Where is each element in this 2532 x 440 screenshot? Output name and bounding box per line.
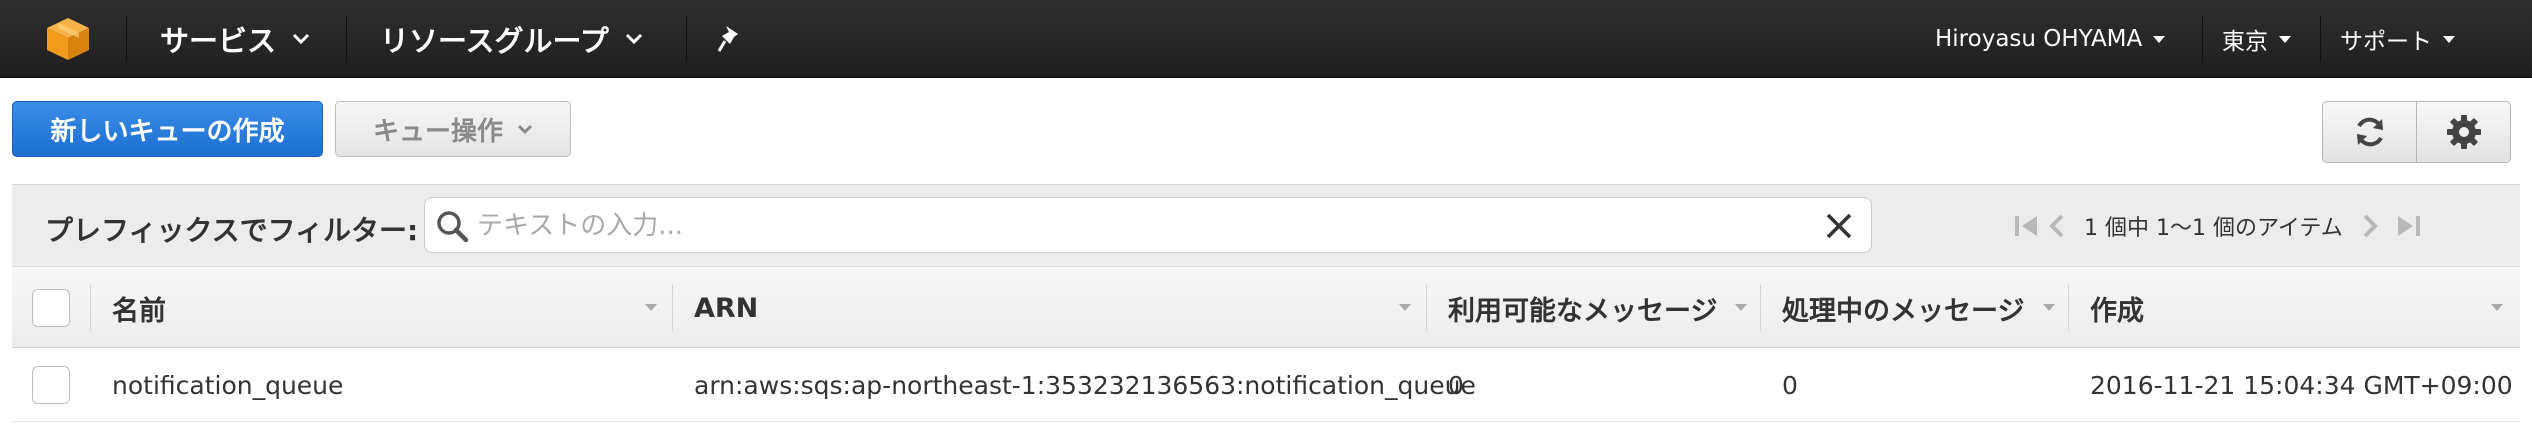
chevron-down-icon [2153, 35, 2166, 43]
top-nav-bar: サービス リソースグループ Hiroyasu OHYAMA 東京 サポート [0, 0, 2532, 78]
close-icon[interactable] [1825, 212, 1853, 240]
resource-groups-menu[interactable]: リソースグループ [380, 0, 643, 78]
column-header-in-flight-messages[interactable]: 処理中のメッセージ [1782, 267, 2024, 349]
support-label: サポート [2340, 29, 2432, 55]
filter-search-box[interactable] [424, 197, 1872, 253]
column-divider [672, 285, 673, 331]
sort-caret-icon[interactable] [1398, 303, 1412, 312]
queue-actions-button[interactable]: キュー操作 [335, 101, 571, 157]
table-header: 名前 ARN 利用可能なメッセージ 処理中のメッセージ 作成 [12, 266, 2520, 348]
resource-groups-menu-label: リソースグループ [380, 24, 609, 58]
created-cell: 2016-11-21 15:04:34 GMT+09:00 [2090, 370, 2513, 400]
pin-icon[interactable] [716, 24, 744, 54]
filter-label: プレフィックスでフィルター: [45, 214, 419, 247]
sort-caret-icon[interactable] [1734, 303, 1748, 312]
aws-cube-logo-icon[interactable] [44, 16, 92, 62]
column-header-label: ARN [694, 292, 759, 324]
last-page-icon[interactable] [2393, 211, 2423, 241]
column-divider [1426, 285, 1427, 331]
chevron-down-icon [517, 124, 533, 134]
region-menu[interactable]: 東京 [2222, 0, 2292, 78]
pagination: 1 個中 1～1 個のアイテム [2012, 185, 2423, 267]
filter-bar: プレフィックスでフィルター: 1 個中 1～1 個のアイテム [12, 184, 2520, 266]
nav-divider [2202, 16, 2203, 62]
search-icon [437, 211, 469, 243]
region-label: 東京 [2222, 29, 2268, 55]
column-divider [2068, 285, 2069, 331]
chevron-down-icon [2443, 35, 2455, 43]
first-page-icon[interactable] [2012, 211, 2042, 241]
queue-actions-button-label: キュー操作 [372, 116, 503, 147]
nav-divider [346, 16, 347, 62]
sort-caret-icon[interactable] [2490, 303, 2504, 312]
column-header-label: 処理中のメッセージ [1782, 295, 2025, 327]
gear-icon [2446, 115, 2481, 149]
table-row[interactable]: notification_queue arn:aws:sqs:ap-northe… [12, 348, 2520, 422]
chevron-down-icon [625, 33, 642, 45]
in-flight-messages-cell: 0 [1782, 370, 1798, 400]
select-all-checkbox[interactable] [32, 289, 70, 327]
queue-name-cell[interactable]: notification_queue [112, 348, 343, 422]
refresh-button[interactable] [2322, 101, 2417, 163]
nav-divider [126, 16, 127, 62]
queue-arn-cell: arn:aws:sqs:ap-northeast-1:353232136563:… [694, 370, 1476, 400]
user-name: Hiroyasu OHYAMA [1935, 26, 2143, 52]
create-queue-button[interactable]: 新しいキューの作成 [12, 101, 323, 157]
filter-input[interactable] [477, 206, 1807, 246]
row-checkbox[interactable] [32, 366, 70, 404]
column-header-label: 名前 [112, 295, 166, 327]
column-header-name[interactable]: 名前 [112, 267, 166, 349]
previous-page-icon[interactable] [2042, 211, 2072, 241]
column-divider [90, 285, 91, 331]
column-header-available-messages[interactable]: 利用可能なメッセージ [1448, 267, 1717, 349]
support-menu[interactable]: サポート [2340, 0, 2456, 78]
column-header-created[interactable]: 作成 [2090, 267, 2144, 349]
column-header-label: 利用可能なメッセージ [1448, 295, 1718, 327]
services-menu[interactable]: サービス [160, 0, 310, 78]
available-messages-cell: 0 [1448, 370, 1464, 400]
nav-divider [2320, 16, 2321, 62]
column-header-label: 作成 [2090, 295, 2144, 327]
pagination-text: 1 個中 1～1 個のアイテム [2084, 216, 2343, 241]
chevron-down-icon [2279, 35, 2291, 43]
column-divider [1760, 285, 1761, 331]
refresh-icon [2356, 117, 2383, 147]
create-queue-button-label: 新しいキューの作成 [50, 116, 285, 147]
column-header-arn[interactable]: ARN [694, 267, 758, 349]
sort-caret-icon[interactable] [2042, 303, 2056, 312]
settings-button[interactable] [2416, 101, 2511, 163]
user-menu[interactable]: Hiroyasu OHYAMA [1935, 0, 2166, 78]
chevron-down-icon [292, 33, 310, 45]
next-page-icon[interactable] [2355, 211, 2385, 241]
sort-caret-icon[interactable] [644, 303, 658, 312]
services-menu-label: サービス [160, 24, 277, 58]
nav-divider [686, 16, 687, 62]
